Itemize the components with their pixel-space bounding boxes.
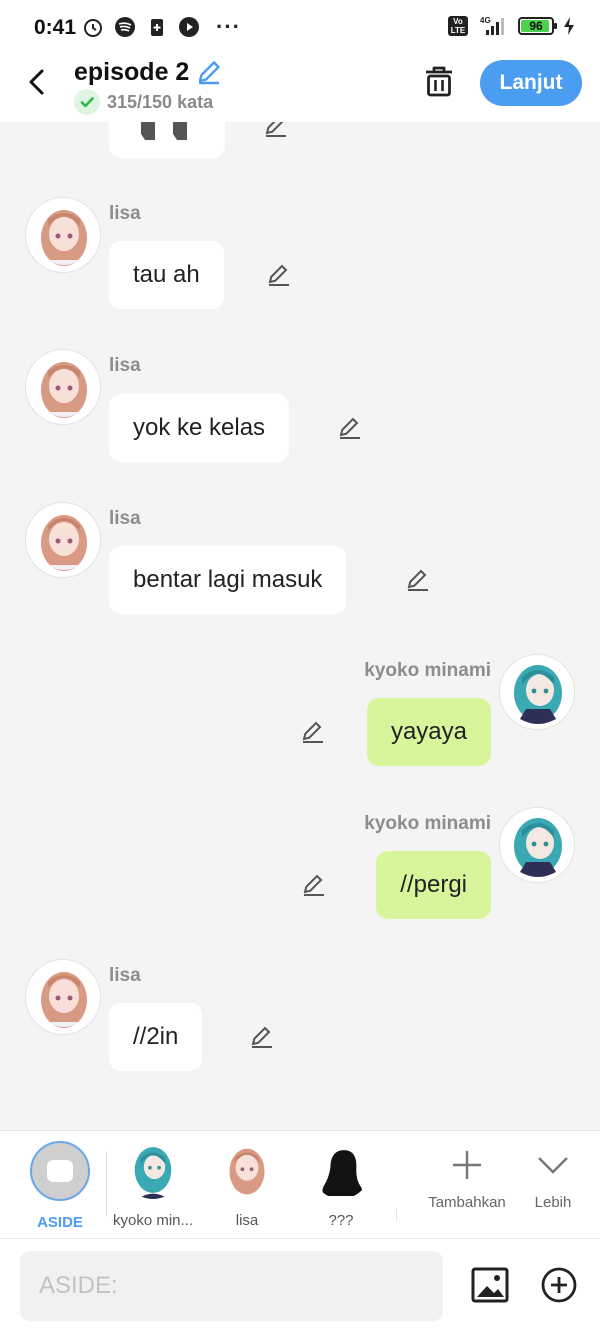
- character-bar: ASIDE kyoko min... lisa ??? Tambahkan Le…: [0, 1130, 600, 1238]
- lisa-avatar-icon: [41, 210, 87, 266]
- lisa-avatar-icon: [41, 972, 87, 1028]
- emoji-icon: [141, 122, 187, 140]
- next-button[interactable]: Lanjut: [480, 60, 582, 106]
- more-icon: ···: [216, 14, 241, 39]
- lisa-avatar-icon: [218, 1141, 276, 1199]
- add-circle-icon[interactable]: [540, 1266, 578, 1304]
- network-label: 4G: [480, 16, 491, 25]
- speaker-name: kyoko minami: [364, 813, 491, 834]
- word-count: 315/150 kata: [107, 92, 214, 112]
- message-bubble[interactable]: //2in: [109, 1003, 203, 1071]
- check-icon: [74, 89, 100, 115]
- speaker-name: kyoko minami: [364, 660, 491, 681]
- add-character-button[interactable]: Tambahkan: [426, 1145, 508, 1211]
- speaker-name: lisa: [109, 508, 141, 529]
- avatar-kyoko[interactable]: [499, 654, 575, 730]
- episode-title[interactable]: episode 2: [74, 58, 189, 87]
- status-right: Vo LTE 4G 96: [448, 15, 576, 37]
- alarm-icon: [84, 19, 102, 37]
- edit-message-icon[interactable]: [336, 414, 364, 442]
- battery-icon: 96: [518, 17, 557, 35]
- character-aside[interactable]: ASIDE: [15, 1141, 105, 1231]
- message-bubble-partial[interactable]: [109, 122, 225, 158]
- plus-icon: [453, 1151, 481, 1179]
- message-bubble[interactable]: //pergi: [376, 851, 491, 919]
- more-button[interactable]: Lebih: [526, 1145, 580, 1211]
- kyoko-avatar-icon: [514, 665, 562, 724]
- trash-icon[interactable]: [423, 64, 455, 98]
- character-lisa[interactable]: lisa: [202, 1141, 292, 1229]
- volte-icon: Vo LTE: [448, 16, 468, 36]
- input-row: [0, 1238, 600, 1333]
- image-icon[interactable]: [470, 1265, 510, 1305]
- spotify-icon: [115, 17, 135, 37]
- kyoko-avatar-icon: [514, 818, 562, 877]
- message-bubble[interactable]: yayaya: [366, 698, 491, 766]
- character-label: ASIDE: [37, 1214, 83, 1231]
- character-kyoko[interactable]: kyoko min...: [108, 1141, 198, 1229]
- more-label: Lebih: [534, 1194, 572, 1211]
- message-input[interactable]: [20, 1251, 443, 1321]
- status-time: 0:41: [34, 16, 77, 39]
- character-label: lisa: [235, 1212, 259, 1229]
- character-unknown[interactable]: ???: [296, 1141, 386, 1229]
- aside-icon: [30, 1141, 90, 1201]
- edit-message-icon[interactable]: [404, 566, 432, 594]
- speaker-name: lisa: [109, 203, 141, 224]
- speaker-name: lisa: [109, 355, 141, 376]
- avatar-kyoko[interactable]: [499, 807, 575, 883]
- edit-message-icon[interactable]: [299, 718, 327, 746]
- avatar-lisa[interactable]: [25, 502, 101, 578]
- status-icons: ···: [82, 16, 241, 38]
- character-label: kyoko min...: [112, 1212, 194, 1229]
- message-bubble[interactable]: yok ke kelas: [109, 394, 290, 462]
- silhouette-icon: [312, 1141, 370, 1199]
- signal-icon: 4G: [480, 16, 504, 35]
- charging-icon: [564, 17, 574, 35]
- battery-saver-icon: [151, 19, 163, 36]
- divider: [396, 1209, 397, 1221]
- edit-message-icon[interactable]: [300, 871, 328, 899]
- speaker-name: lisa: [109, 965, 141, 986]
- status-bar: 0:41 ··· Vo LTE 4G 96: [0, 0, 600, 56]
- edit-message-icon[interactable]: [248, 1023, 276, 1051]
- character-label: ???: [328, 1212, 354, 1229]
- edit-message-icon[interactable]: [265, 261, 293, 289]
- chat-area[interactable]: lisa tau ah lisa yok ke kelas lisa benta…: [0, 122, 600, 1130]
- avatar-lisa[interactable]: [25, 197, 101, 273]
- divider: [106, 1151, 107, 1217]
- battery-level: 96: [529, 19, 543, 33]
- editor-header: episode 2 315/150 kata Lanjut: [0, 56, 600, 122]
- message-bubble[interactable]: bentar lagi masuk: [109, 546, 347, 614]
- back-icon[interactable]: [22, 66, 54, 98]
- add-label: Tambahkan: [428, 1194, 506, 1211]
- message-bubble[interactable]: tau ah: [109, 241, 224, 309]
- avatar-lisa[interactable]: [25, 349, 101, 425]
- edit-title-icon[interactable]: [195, 58, 223, 86]
- avatar-lisa[interactable]: [25, 959, 101, 1035]
- chevron-down-icon: [538, 1157, 568, 1174]
- media-icon: [179, 17, 199, 37]
- kyoko-avatar-icon: [124, 1141, 182, 1199]
- lisa-avatar-icon: [41, 362, 87, 418]
- lisa-avatar-icon: [41, 515, 87, 571]
- edit-message-icon[interactable]: [262, 122, 290, 140]
